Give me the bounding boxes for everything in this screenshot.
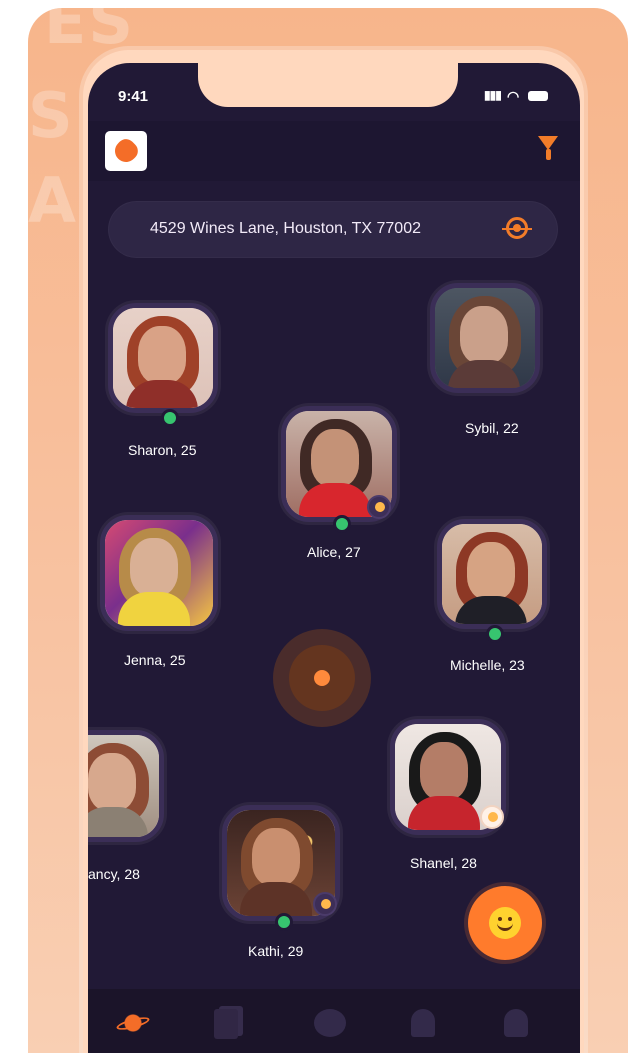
profile-name-age: Sybil, 22 (465, 420, 519, 436)
avatar-face (460, 306, 508, 364)
profile-card-sharon[interactable]: Sharon, 25 (108, 303, 234, 459)
bg-line-1: ES (44, 8, 136, 58)
battery-icon (528, 91, 548, 101)
signal-icon: ▮▮▮ (484, 88, 502, 102)
profile-name-age: Jenna, 25 (124, 652, 186, 668)
address-text: 4529 Wines Lane, Houston, TX 77002 (150, 220, 421, 237)
locate-icon[interactable] (502, 217, 532, 239)
profile-name-age: ancy, 28 (88, 866, 140, 882)
location-search-bar[interactable]: 4529 Wines Lane, Houston, TX 77002 (108, 201, 558, 258)
avatar[interactable] (108, 303, 218, 413)
bg-line-2: S (28, 79, 75, 152)
avatar-face (88, 753, 136, 811)
online-status-dot (333, 515, 351, 533)
profile-card-alice[interactable]: Alice, 27 (281, 406, 407, 562)
profile-card-kathi[interactable]: Kathi, 29 (222, 805, 348, 961)
avatar-face (130, 538, 178, 596)
filter-icon[interactable] (538, 136, 558, 160)
bottom-navigation (88, 989, 580, 1053)
chat-icon[interactable] (314, 1009, 346, 1037)
app-logo[interactable] (105, 131, 147, 171)
profile-card-michelle[interactable]: Michelle, 23 (437, 519, 563, 675)
reaction-fab[interactable] (468, 886, 542, 960)
avatar-face (252, 828, 300, 886)
phone-notch (198, 63, 458, 107)
smiley-icon (489, 907, 521, 939)
online-status-dot (161, 409, 179, 427)
bg-line-3: A (28, 164, 78, 237)
wifi-icon: ◠ (507, 88, 520, 104)
online-status-dot (486, 625, 504, 643)
profile-card-shanel[interactable]: Shanel, 28 (390, 719, 516, 875)
radar-core (314, 670, 330, 686)
avatar-face (311, 429, 359, 487)
online-status-dot (275, 913, 293, 931)
avatar[interactable] (430, 283, 540, 393)
profile-name-age: Sharon, 25 (128, 442, 197, 458)
person-icon[interactable] (504, 1009, 528, 1037)
status-icons: ▮▮▮ ◠ (474, 87, 554, 105)
avatar-face (420, 742, 468, 800)
heart-logo-icon (110, 135, 142, 167)
avatar[interactable] (88, 730, 164, 842)
reward-badge (313, 892, 337, 916)
avatar-face (467, 542, 515, 600)
reward-badge (367, 495, 391, 519)
reward-badge (480, 805, 504, 829)
planet-icon[interactable] (119, 1009, 147, 1037)
app-screen: 9:41 ▮▮▮ ◠ 4529 Wines Lane, Houston, TX … (88, 63, 580, 1053)
radar-center (273, 629, 371, 727)
avatar[interactable] (437, 519, 547, 629)
bell-icon[interactable] (411, 1009, 435, 1037)
profile-card-jenna[interactable]: Jenna, 25 (100, 515, 226, 671)
top-app-bar (88, 121, 580, 181)
profile-name-age: Michelle, 23 (450, 657, 525, 673)
profile-name-age: Shanel, 28 (410, 855, 477, 871)
profile-card-sybil[interactable]: Sybil, 22 (430, 283, 556, 439)
avatar[interactable] (100, 515, 218, 631)
status-time: 9:41 (118, 88, 149, 105)
profile-card-nancy[interactable]: ancy, 28 (88, 730, 184, 886)
profile-name-age: Alice, 27 (307, 544, 361, 560)
avatar-face (138, 326, 186, 384)
cards-icon[interactable] (214, 1009, 238, 1039)
profile-name-age: Kathi, 29 (248, 943, 304, 959)
